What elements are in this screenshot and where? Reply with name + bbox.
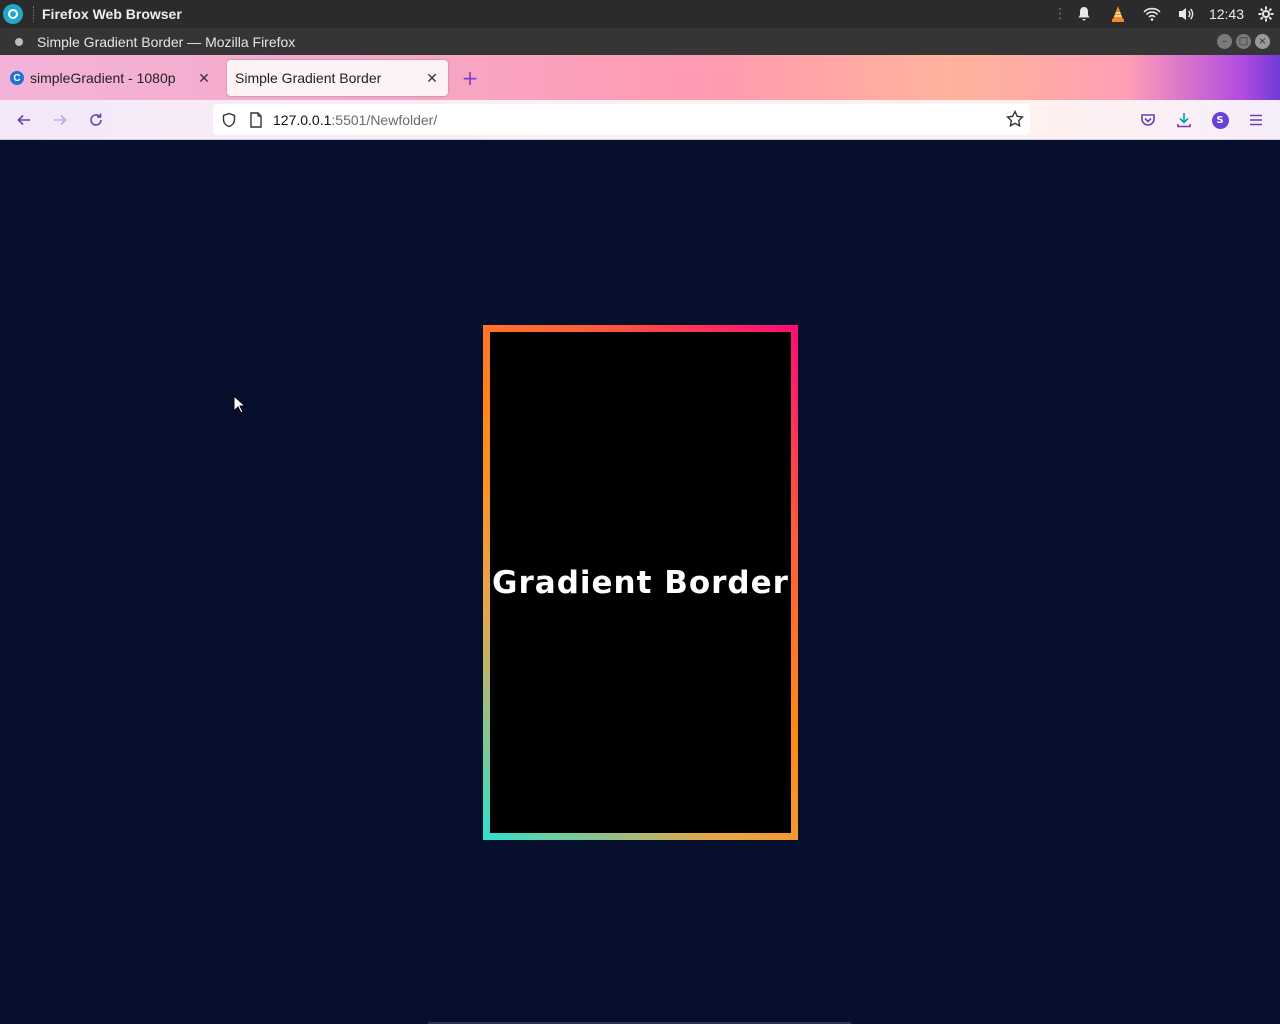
close-tab-icon[interactable]: ✕ — [422, 70, 442, 87]
grip-icon — [33, 6, 36, 22]
gradient-border-card: Gradient Border — [483, 325, 798, 840]
avatar: S — [1211, 111, 1229, 129]
tab-simple-gradient-border[interactable]: Simple Gradient Border ✕ — [227, 60, 448, 96]
clock[interactable]: 12:43 — [1209, 6, 1244, 22]
close-window-button[interactable]: × — [1255, 34, 1270, 49]
close-tab-icon[interactable]: ✕ — [194, 70, 214, 87]
minimize-button[interactable]: – — [1217, 34, 1232, 49]
url-text[interactable]: 127.0.0.1:5501/Newfolder/ — [273, 112, 437, 128]
bookmark-star-icon[interactable] — [1006, 110, 1024, 128]
address-bar[interactable]: 127.0.0.1:5501/Newfolder/ — [213, 104, 1030, 135]
vlc-icon[interactable] — [1101, 0, 1135, 28]
tab-label: Simple Gradient Border — [235, 70, 382, 86]
gradient-border-heading: Gradient Border — [492, 564, 789, 601]
tab-simplegradient[interactable]: C simpleGradient - 1080p ✕ — [4, 60, 220, 96]
page-info-icon[interactable] — [249, 111, 263, 128]
account-avatar[interactable]: S — [1209, 109, 1231, 131]
volume-icon[interactable] — [1169, 0, 1203, 28]
page-content: Gradient Border — [0, 140, 1280, 1024]
hamburger-menu-icon[interactable] — [1245, 109, 1267, 131]
window-menu-dot-icon[interactable] — [15, 37, 23, 46]
url-path: :5501/Newfolder/ — [331, 111, 438, 128]
wifi-icon[interactable] — [1135, 0, 1169, 28]
canva-icon: C — [10, 71, 24, 85]
active-app-name[interactable]: Firefox Web Browser — [42, 6, 182, 22]
maximize-button[interactable]: □ — [1236, 34, 1251, 49]
navigation-toolbar: 127.0.0.1:5501/Newfolder/ S — [0, 100, 1280, 140]
grip-icon: ⋮ — [1052, 6, 1067, 22]
reload-button[interactable] — [84, 108, 108, 132]
window-title-bar[interactable]: Simple Gradient Border — Mozilla Firefox… — [0, 28, 1280, 55]
mouse-cursor-icon — [233, 395, 247, 414]
system-top-panel: Firefox Web Browser ⋮ 12:43 — [0, 0, 1280, 28]
tab-label: simpleGradient - 1080p — [30, 70, 176, 86]
forward-button[interactable] — [48, 108, 72, 132]
gradient-card-inner: Gradient Border — [490, 332, 791, 833]
downloads-icon[interactable] — [1173, 109, 1195, 131]
back-button[interactable] — [12, 108, 36, 132]
tracking-protection-shield-icon[interactable] — [221, 112, 237, 128]
firefox-app-icon[interactable] — [3, 4, 23, 24]
pocket-icon[interactable] — [1137, 109, 1159, 131]
tab-strip: C simpleGradient - 1080p ✕ Simple Gradie… — [0, 55, 1280, 100]
new-tab-button[interactable]: + — [458, 67, 482, 91]
settings-icon[interactable] — [1252, 0, 1280, 28]
url-host: 127.0.0.1 — [273, 111, 332, 128]
window-title: Simple Gradient Border — Mozilla Firefox — [37, 33, 296, 50]
notification-bell-icon[interactable] — [1067, 0, 1101, 28]
